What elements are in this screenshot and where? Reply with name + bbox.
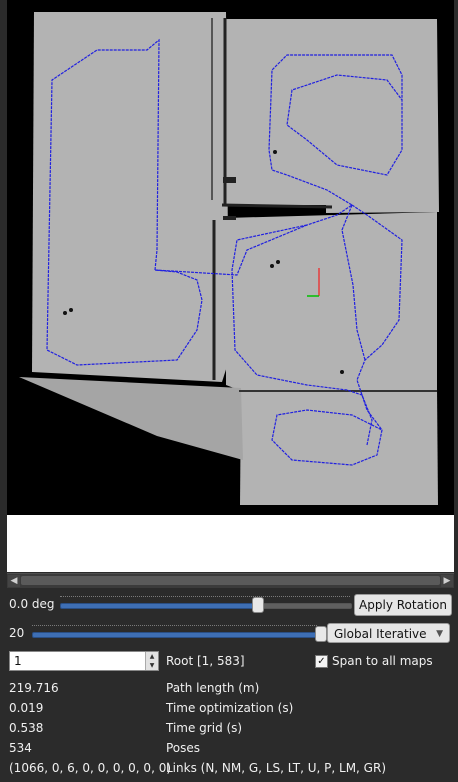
rotation-slider-ticks <box>60 596 350 601</box>
root-row: 1 ▲ ▼ Root [1, 583] ✓ Span to all maps <box>7 651 454 673</box>
chevron-down-icon: ▼ <box>436 629 443 639</box>
path-length-value: 219.716 <box>9 681 59 695</box>
occupancy-grid-map <box>7 0 454 515</box>
time-optimization-value: 0.019 <box>9 701 44 715</box>
iterations-row: 20 Global Iterative ▼ <box>7 622 454 644</box>
time-grid-label: Time grid (s) <box>166 721 243 735</box>
iterations-slider[interactable] <box>32 622 327 644</box>
optimizer-mode-dropdown[interactable]: Global Iterative ▼ <box>327 623 450 643</box>
map-view[interactable] <box>7 0 454 572</box>
apply-rotation-button[interactable]: Apply Rotation <box>354 594 452 616</box>
stat-row: (1066, 0, 6, 0, 0, 0, 0, 0, 0) Links (N,… <box>7 758 454 780</box>
rotation-value-label: 0.0 deg <box>9 597 55 611</box>
links-value: (1066, 0, 6, 0, 0, 0, 0, 0, 0) <box>9 761 172 775</box>
spin-arrows-icon[interactable]: ▲ ▼ <box>145 652 158 670</box>
rotation-slider[interactable] <box>60 593 352 615</box>
time-grid-value: 0.538 <box>9 721 44 735</box>
poses-label: Poses <box>166 741 201 755</box>
iterations-slider-handle[interactable] <box>315 626 327 642</box>
root-label: Root [1, 583] <box>166 654 245 668</box>
stat-row: 534 Poses <box>7 738 454 760</box>
links-label: Links (N, NM, G, LS, LT, U, P, LM, GR) <box>166 761 387 775</box>
iterations-slider-fill <box>32 632 317 638</box>
poses-value: 534 <box>9 741 32 755</box>
rotation-row: 0.0 deg Apply Rotation <box>7 593 454 616</box>
rotation-slider-track <box>261 603 352 609</box>
span-to-all-maps-label: Span to all maps <box>332 654 433 668</box>
optimizer-mode-value: Global Iterative <box>334 627 427 641</box>
iterations-value-label: 20 <box>9 626 25 640</box>
root-spin-value: 1 <box>14 654 22 668</box>
scrollbar-thumb[interactable] <box>21 576 440 585</box>
stat-row: 0.538 Time grid (s) <box>7 718 454 740</box>
root-spinbox[interactable]: 1 ▲ ▼ <box>9 651 159 671</box>
stat-row: 0.019 Time optimization (s) <box>7 698 454 720</box>
iterations-slider-ticks <box>32 625 317 630</box>
span-to-all-maps-checkbox[interactable]: ✓ <box>315 655 328 668</box>
stat-row: 219.716 Path length (m) <box>7 678 454 700</box>
scroll-left-arrow-icon[interactable]: ◀ <box>8 575 20 587</box>
rotation-slider-handle[interactable] <box>252 597 264 613</box>
time-optimization-label: Time optimization (s) <box>166 701 294 715</box>
scroll-right-arrow-icon[interactable]: ▶ <box>441 575 453 587</box>
path-length-label: Path length (m) <box>166 681 260 695</box>
map-horizontal-scrollbar[interactable]: ◀ ▶ <box>7 573 454 588</box>
rotation-slider-fill <box>60 603 255 609</box>
